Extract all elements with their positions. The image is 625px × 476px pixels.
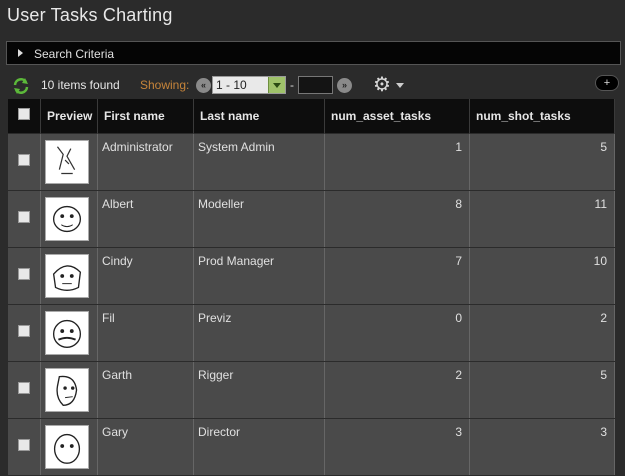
table-row[interactable]: Cindy Prod Manager 7 10 bbox=[7, 246, 615, 305]
column-header-last-name[interactable]: Last name bbox=[193, 99, 325, 133]
last-name-cell: System Admin bbox=[193, 132, 325, 191]
range-dash: - bbox=[290, 78, 294, 92]
avatar[interactable] bbox=[45, 424, 89, 469]
items-found-count: 10 items found bbox=[41, 78, 120, 92]
table-row[interactable]: Gary Director 3 3 bbox=[7, 417, 615, 476]
asset-tasks-cell: 8 bbox=[324, 189, 470, 248]
chevron-down-icon bbox=[268, 77, 285, 93]
expand-triangle-icon bbox=[18, 49, 23, 57]
select-all-checkbox[interactable] bbox=[17, 108, 30, 121]
column-header-first-name[interactable]: First name bbox=[97, 99, 194, 133]
asset-tasks-cell: 2 bbox=[324, 360, 470, 419]
column-header-num-shot-tasks[interactable]: num_shot_tasks bbox=[469, 99, 615, 133]
avatar[interactable] bbox=[45, 196, 89, 241]
showing-label: Showing: bbox=[140, 78, 190, 92]
range-select[interactable]: 1 - 10 bbox=[212, 76, 286, 94]
prev-page-icon[interactable]: « bbox=[196, 78, 211, 93]
asset-tasks-cell: 1 bbox=[324, 132, 470, 191]
avatar[interactable] bbox=[45, 139, 89, 184]
column-header-preview[interactable]: Preview bbox=[40, 99, 98, 133]
last-name-cell: Rigger bbox=[193, 360, 325, 419]
table-row[interactable]: Fil Previz 0 2 bbox=[7, 303, 615, 362]
user-tasks-table: Preview First name Last name num_asset_t… bbox=[7, 99, 615, 476]
asset-tasks-cell: 3 bbox=[324, 417, 470, 476]
first-name-cell: Garth bbox=[97, 360, 194, 419]
select-all-checkbox-cell[interactable] bbox=[7, 99, 41, 133]
row-checkbox[interactable] bbox=[18, 382, 30, 394]
search-criteria-toggle[interactable]: Search Criteria bbox=[6, 41, 621, 65]
table-row[interactable]: Administrator System Admin 1 5 bbox=[7, 132, 615, 191]
column-header-num-asset-tasks[interactable]: num_asset_tasks bbox=[324, 99, 470, 133]
shot-tasks-cell: 5 bbox=[469, 132, 615, 191]
row-checkbox[interactable] bbox=[18, 154, 30, 166]
avatar[interactable] bbox=[45, 367, 89, 412]
first-name-cell: Albert bbox=[97, 189, 194, 248]
shot-tasks-cell: 11 bbox=[469, 189, 615, 248]
table-row[interactable]: Albert Modeller 8 11 bbox=[7, 189, 615, 248]
first-name-cell: Fil bbox=[97, 303, 194, 362]
avatar[interactable] bbox=[45, 310, 89, 355]
shot-tasks-cell: 3 bbox=[469, 417, 615, 476]
asset-tasks-cell: 7 bbox=[324, 246, 470, 305]
last-name-cell: Modeller bbox=[193, 189, 325, 248]
page-title: User Tasks Charting bbox=[7, 5, 173, 25]
refresh-icon[interactable] bbox=[12, 77, 30, 95]
gear-menu-caret-icon[interactable] bbox=[396, 83, 404, 88]
last-name-cell: Prod Manager bbox=[193, 246, 325, 305]
add-button[interactable]: + bbox=[595, 75, 619, 91]
page-number-input[interactable] bbox=[298, 76, 333, 94]
last-name-cell: Director bbox=[193, 417, 325, 476]
first-name-cell: Administrator bbox=[97, 132, 194, 191]
next-page-icon[interactable]: » bbox=[337, 78, 352, 93]
shot-tasks-cell: 2 bbox=[469, 303, 615, 362]
row-checkbox[interactable] bbox=[18, 325, 30, 337]
search-criteria-label: Search Criteria bbox=[34, 47, 115, 61]
range-select-value: 1 - 10 bbox=[216, 78, 247, 92]
toolbar: 10 items found Showing: « 1 - 10 - » ⚙ + bbox=[0, 72, 625, 98]
asset-tasks-cell: 0 bbox=[324, 303, 470, 362]
shot-tasks-cell: 5 bbox=[469, 360, 615, 419]
gear-icon[interactable]: ⚙ bbox=[373, 74, 395, 96]
table-row[interactable]: Garth Rigger 2 5 bbox=[7, 360, 615, 419]
first-name-cell: Gary bbox=[97, 417, 194, 476]
shot-tasks-cell: 10 bbox=[469, 246, 615, 305]
row-checkbox[interactable] bbox=[18, 211, 30, 223]
row-checkbox[interactable] bbox=[18, 268, 30, 280]
last-name-cell: Previz bbox=[193, 303, 325, 362]
first-name-cell: Cindy bbox=[97, 246, 194, 305]
row-checkbox[interactable] bbox=[18, 439, 30, 451]
avatar[interactable] bbox=[45, 253, 89, 298]
